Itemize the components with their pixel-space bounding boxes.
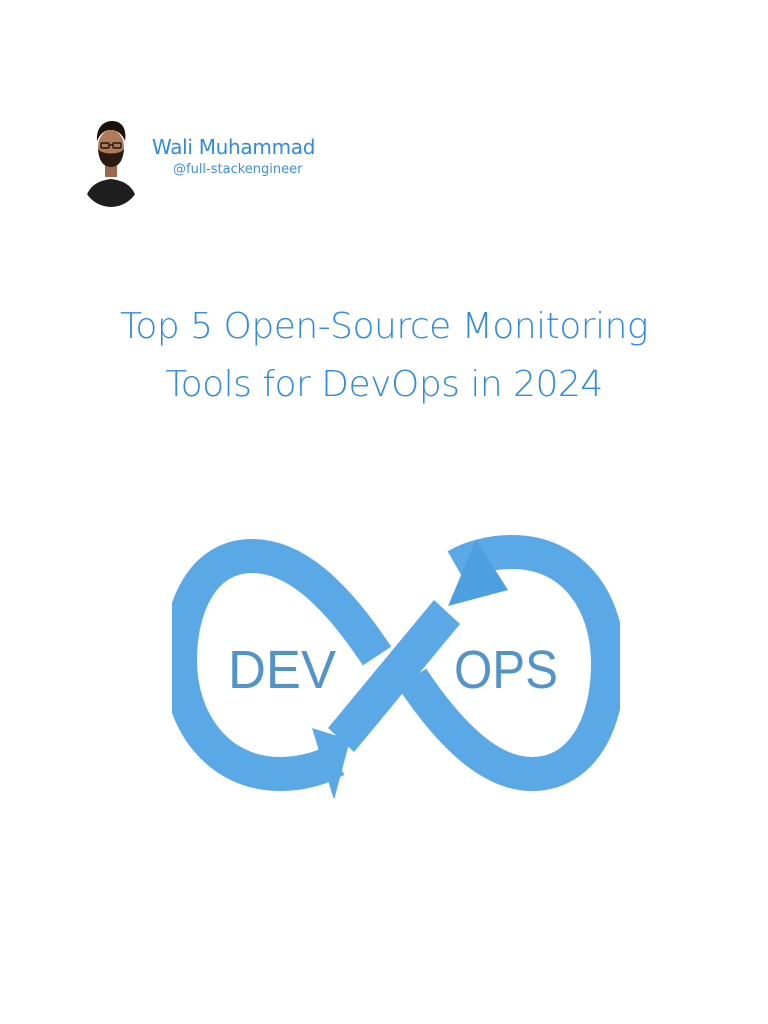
- author-handle: @full-stackengineer: [173, 162, 303, 177]
- author-block: Wali Muhammad @full-stackengineer: [82, 117, 315, 207]
- title-line-1: Top 5 Open-Source Monitoring: [119, 306, 649, 347]
- title-line-2: Tools for DevOps in 2024: [165, 364, 603, 405]
- author-text: Wali Muhammad @full-stackengineer: [152, 135, 315, 179]
- avatar-photo: [82, 117, 140, 207]
- author-name: Wali Muhammad: [152, 135, 316, 159]
- devops-infinity-logo: DEV OPS: [172, 534, 620, 798]
- logo-ops-text: OPS: [454, 640, 558, 700]
- avatar: [82, 117, 140, 207]
- page-title: Top 5 Open-Source Monitoring Tools for D…: [0, 298, 768, 414]
- logo-dev-text: DEV: [228, 640, 336, 700]
